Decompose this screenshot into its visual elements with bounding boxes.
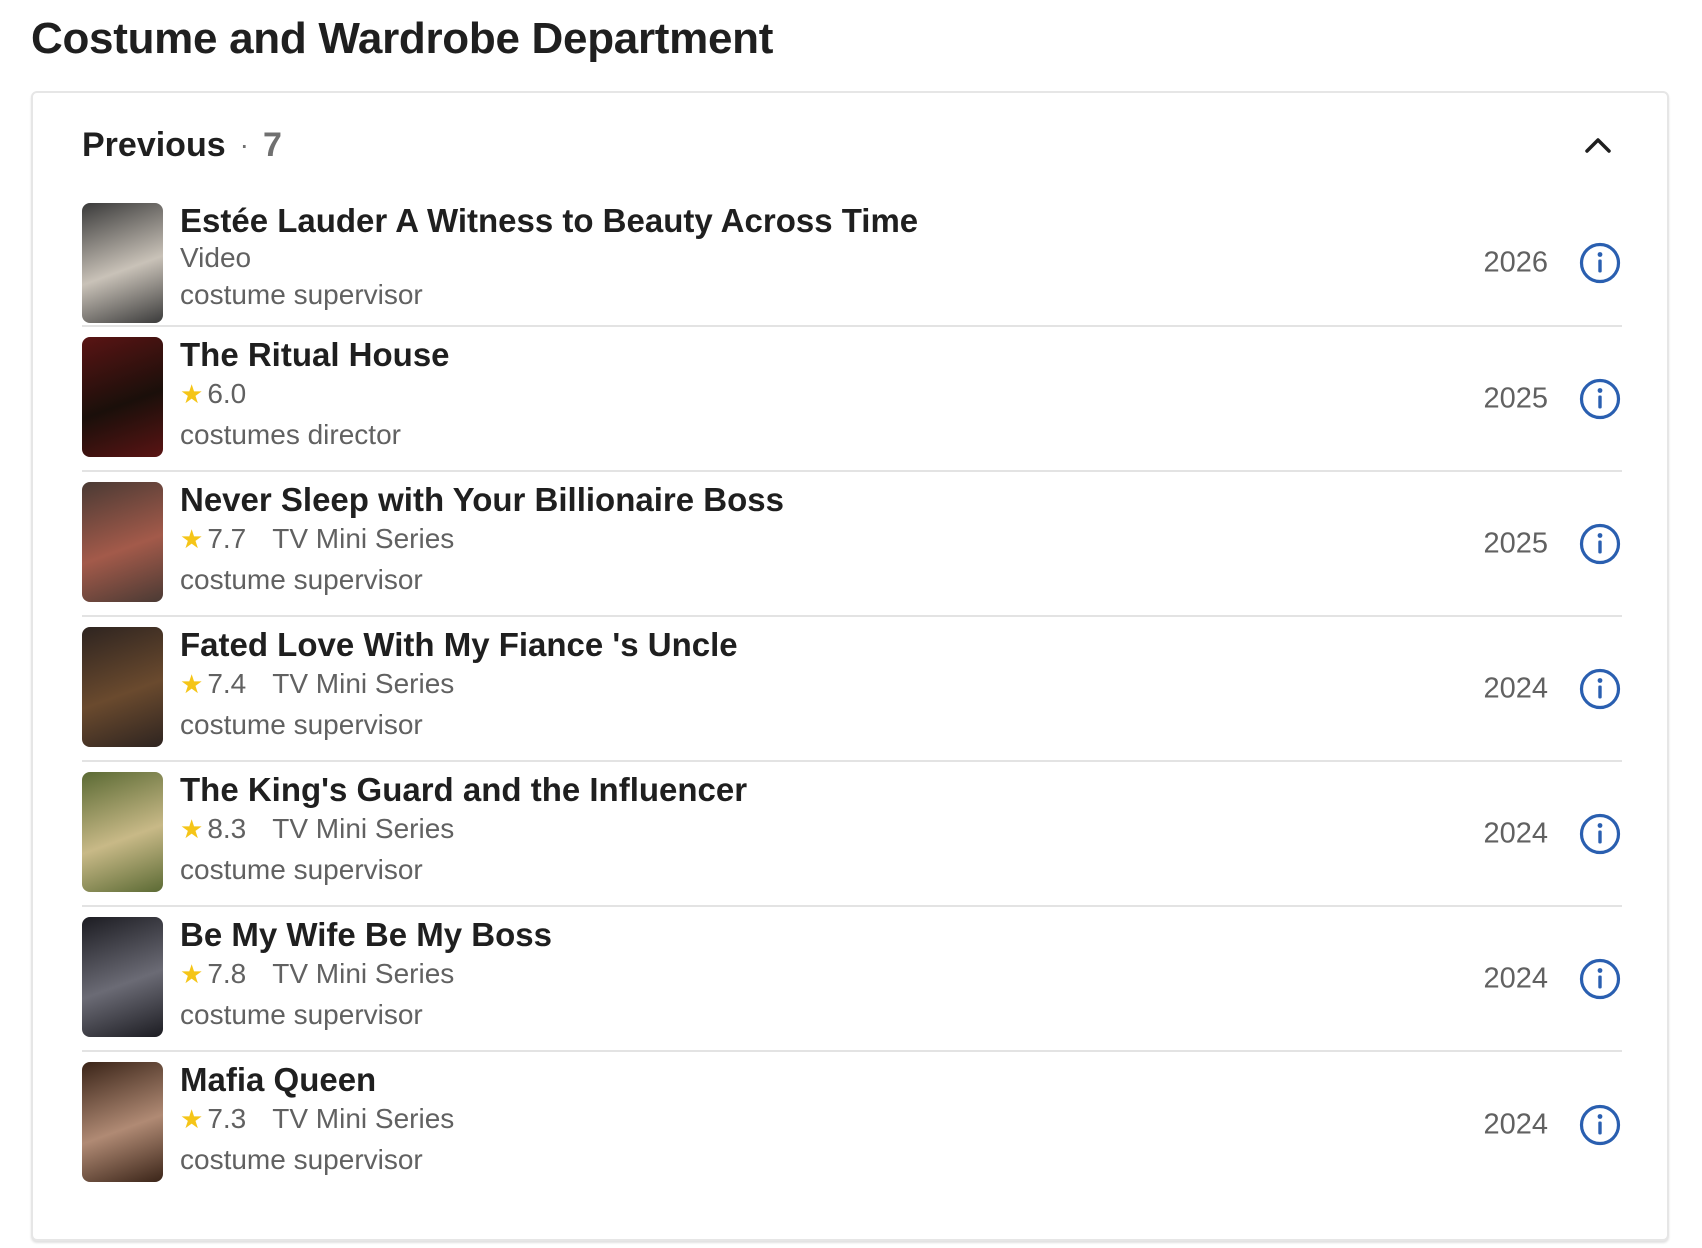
- credit-role: costume supervisor: [180, 999, 423, 1030]
- info-button[interactable]: [1578, 667, 1622, 711]
- list-item[interactable]: Be My Wife Be My Boss ★ 7.8 TV Mini Seri…: [82, 907, 1622, 1052]
- group-label: Previous: [82, 125, 226, 164]
- credit-rating: 7.3: [207, 1103, 247, 1134]
- credit-meta: ★ 8.3 TV Mini Series: [180, 810, 747, 848]
- poster-image[interactable]: [82, 627, 163, 747]
- credit-type: Video: [180, 242, 252, 273]
- star-icon: ★: [180, 1104, 204, 1134]
- credit-title[interactable]: The Ritual House: [180, 335, 450, 375]
- credit-meta: ★ 7.4 TV Mini Series: [180, 665, 738, 703]
- list-item[interactable]: The Ritual House ★ 6.0 costumes director…: [82, 327, 1622, 472]
- credit-year: 2024: [1483, 817, 1548, 849]
- credit-title[interactable]: Never Sleep with Your Billionaire Boss: [180, 480, 784, 520]
- credit-rating: 7.7: [207, 523, 247, 554]
- credit-type: TV Mini Series: [272, 813, 455, 844]
- credit-role: costume supervisor: [180, 854, 423, 885]
- credit-info: Estée Lauder A Witness to Beauty Across …: [180, 201, 918, 315]
- credit-title[interactable]: Be My Wife Be My Boss: [180, 915, 552, 955]
- info-icon: [1579, 1104, 1621, 1145]
- info-button[interactable]: [1578, 377, 1622, 421]
- star-icon: ★: [180, 379, 204, 409]
- poster-image[interactable]: [82, 1062, 163, 1182]
- credit-type: TV Mini Series: [272, 668, 455, 699]
- credit-year: 2025: [1483, 382, 1548, 414]
- credit-info: The King's Guard and the Influencer ★ 8.…: [180, 770, 747, 890]
- credit-meta: ★ 7.7 TV Mini Series: [180, 520, 784, 558]
- credit-type: TV Mini Series: [272, 1103, 455, 1134]
- credits-card: Previous · 7 Estée Lauder A Witness to B…: [31, 91, 1669, 1241]
- list-item[interactable]: Mafia Queen ★ 7.3 TV Mini Series costume…: [82, 1052, 1622, 1197]
- credit-title[interactable]: Mafia Queen: [180, 1060, 454, 1100]
- info-icon: [1579, 958, 1621, 999]
- credit-rating: 8.3: [207, 813, 247, 844]
- info-icon: [1579, 378, 1621, 419]
- star-icon: ★: [180, 959, 204, 989]
- group-separator: ·: [239, 129, 249, 160]
- list-item[interactable]: The King's Guard and the Influencer ★ 8.…: [82, 762, 1622, 907]
- credit-role: costume supervisor: [180, 564, 423, 595]
- poster-image[interactable]: [82, 917, 163, 1037]
- info-button[interactable]: [1578, 241, 1622, 285]
- info-icon: [1579, 668, 1621, 709]
- credit-info: Be My Wife Be My Boss ★ 7.8 TV Mini Seri…: [180, 915, 552, 1035]
- info-button[interactable]: [1578, 1103, 1622, 1147]
- info-button[interactable]: [1578, 957, 1622, 1001]
- credits-list: Estée Lauder A Witness to Beauty Across …: [82, 201, 1622, 1197]
- star-icon: ★: [180, 669, 204, 699]
- info-button[interactable]: [1578, 522, 1622, 566]
- list-item[interactable]: Fated Love With My Fiance 's Uncle ★ 7.4…: [82, 617, 1622, 762]
- star-icon: ★: [180, 524, 204, 554]
- credit-year: 2026: [1483, 246, 1548, 279]
- poster-image[interactable]: [82, 337, 163, 457]
- credit-rating: 6.0: [207, 378, 247, 409]
- credit-meta: ★ 6.0: [180, 375, 450, 413]
- credit-year: 2024: [1483, 962, 1548, 994]
- collapse-button[interactable]: [1578, 125, 1618, 165]
- info-icon: [1579, 242, 1621, 284]
- star-icon: ★: [180, 814, 204, 844]
- credit-meta: ★ 7.8 TV Mini Series: [180, 955, 552, 993]
- section-title: Costume and Wardrobe Department: [31, 14, 774, 63]
- info-button[interactable]: [1578, 812, 1622, 856]
- poster-image[interactable]: [82, 203, 163, 323]
- credit-title[interactable]: The King's Guard and the Influencer: [180, 770, 747, 810]
- credit-meta: ★ 7.3 TV Mini Series: [180, 1100, 454, 1138]
- credit-info: Never Sleep with Your Billionaire Boss ★…: [180, 480, 784, 600]
- credit-rating: 7.4: [207, 668, 247, 699]
- credit-info: The Ritual House ★ 6.0 costumes director: [180, 335, 450, 455]
- credit-meta: Video: [180, 241, 918, 275]
- credit-year: 2025: [1483, 527, 1548, 559]
- group-header[interactable]: Previous · 7: [82, 119, 1618, 171]
- credit-role: costume supervisor: [180, 279, 423, 310]
- list-item[interactable]: Never Sleep with Your Billionaire Boss ★…: [82, 472, 1622, 617]
- group-count: 7: [262, 125, 282, 164]
- poster-image[interactable]: [82, 772, 163, 892]
- credit-role: costume supervisor: [180, 1144, 423, 1175]
- credit-title[interactable]: Fated Love With My Fiance 's Uncle: [180, 625, 738, 665]
- credit-info: Mafia Queen ★ 7.3 TV Mini Series costume…: [180, 1060, 454, 1180]
- credit-type: TV Mini Series: [272, 523, 455, 554]
- credit-year: 2024: [1483, 1108, 1548, 1140]
- credit-role: costume supervisor: [180, 709, 423, 740]
- chevron-up-icon: [1585, 138, 1611, 153]
- info-icon: [1579, 813, 1621, 854]
- credit-role: costumes director: [180, 419, 401, 450]
- credit-title[interactable]: Estée Lauder A Witness to Beauty Across …: [180, 201, 918, 241]
- credit-info: Fated Love With My Fiance 's Uncle ★ 7.4…: [180, 625, 738, 745]
- poster-image[interactable]: [82, 482, 163, 602]
- list-item[interactable]: Estée Lauder A Witness to Beauty Across …: [82, 201, 1622, 327]
- credit-year: 2024: [1483, 672, 1548, 704]
- info-icon: [1579, 523, 1621, 564]
- credit-type: TV Mini Series: [272, 958, 455, 989]
- credit-rating: 7.8: [207, 958, 247, 989]
